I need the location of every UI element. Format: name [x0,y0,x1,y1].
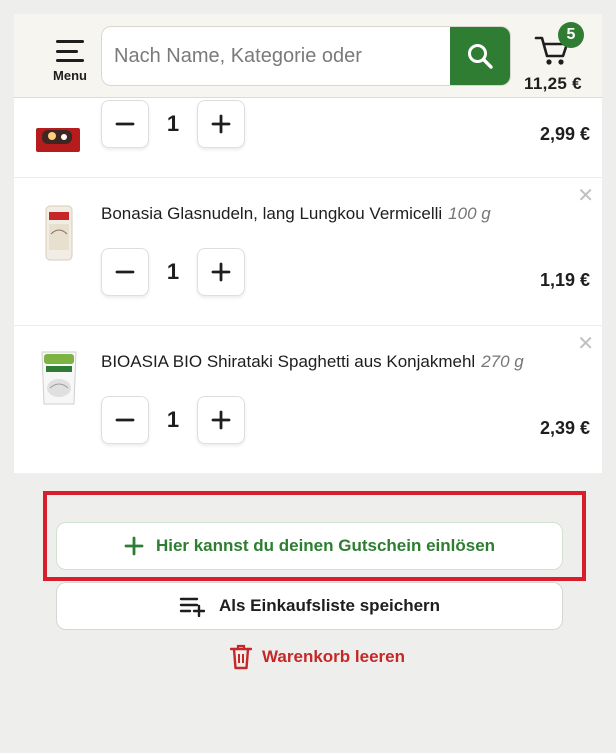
trash-icon [230,644,252,670]
empty-cart-label: Warenkorb leeren [262,647,405,666]
cart-item-list: 1 2,99 € ✕ Bonasia Glasnudeln, lang Lung… [14,98,602,473]
plus-icon [124,536,144,556]
menu-label: Menu [53,68,87,83]
product-image [36,128,80,152]
item-price: 1,19 € [539,270,590,290]
decrease-quantity-button[interactable] [101,396,149,444]
minus-icon [115,270,135,274]
increase-quantity-button[interactable] [197,396,245,444]
redeem-coupon-button[interactable]: Hier kannst du deinen Gutschein einlösen [56,522,563,570]
cart-item: ✕ BIOASIA BIO Shirataki Spaghetti aus Ko… [14,326,602,473]
product-image [45,205,73,261]
increase-quantity-button[interactable] [197,248,245,296]
search-icon [468,44,493,69]
item-name: Bonasia Glasnudeln, lang Lungkou Vermice… [101,204,443,223]
cart-button[interactable]: 5 11,25 € [518,22,598,93]
plus-icon [211,114,231,134]
minus-icon [115,122,135,126]
cart-total: 11,25 € [524,74,582,93]
item-name-row: Bonasia Glasnudeln, lang Lungkou Vermice… [101,204,491,224]
remove-item-button[interactable]: ✕ [577,334,594,354]
minus-icon [115,418,135,422]
product-image [41,351,77,405]
item-price: 2,99 € [539,124,590,144]
remove-item-button[interactable]: ✕ [577,186,594,206]
quantity-value: 1 [166,407,180,432]
item-weight: 270 g [481,352,524,371]
search-button[interactable] [450,27,510,85]
search-input[interactable] [102,27,452,85]
menu-button[interactable]: Menu [50,38,90,86]
plus-icon [211,410,231,430]
hamburger-icon [56,40,84,62]
save-shopping-list-label: Als Einkaufsliste speichern [218,596,441,615]
quantity-stepper: 1 [101,248,245,296]
cart-item: ✕ Bonasia Glasnudeln, lang Lungkou Vermi… [14,178,602,326]
decrease-quantity-button[interactable] [101,248,149,296]
item-name-row: BIOASIA BIO Shirataki Spaghetti aus Konj… [101,352,524,372]
increase-quantity-button[interactable] [197,100,245,148]
item-name: BIOASIA BIO Shirataki Spaghetti aus Konj… [101,352,476,371]
search-bar [101,26,511,86]
decrease-quantity-button[interactable] [101,100,149,148]
header: Menu 5 11,25 € [14,14,602,98]
empty-cart-button[interactable]: Warenkorb leeren [230,642,405,672]
redeem-coupon-label: Hier kannst du deinen Gutschein einlösen [155,536,496,555]
add-to-list-icon [179,597,205,617]
plus-icon [211,262,231,282]
quantity-stepper: 1 [101,100,245,148]
cart-count-badge: 5 [558,22,584,48]
quantity-value: 1 [166,111,180,136]
item-weight: 100 g [448,204,491,223]
quantity-stepper: 1 [101,396,245,444]
quantity-value: 1 [166,259,180,284]
save-shopping-list-button[interactable]: Als Einkaufsliste speichern [56,582,563,630]
item-price: 2,39 € [539,418,590,438]
